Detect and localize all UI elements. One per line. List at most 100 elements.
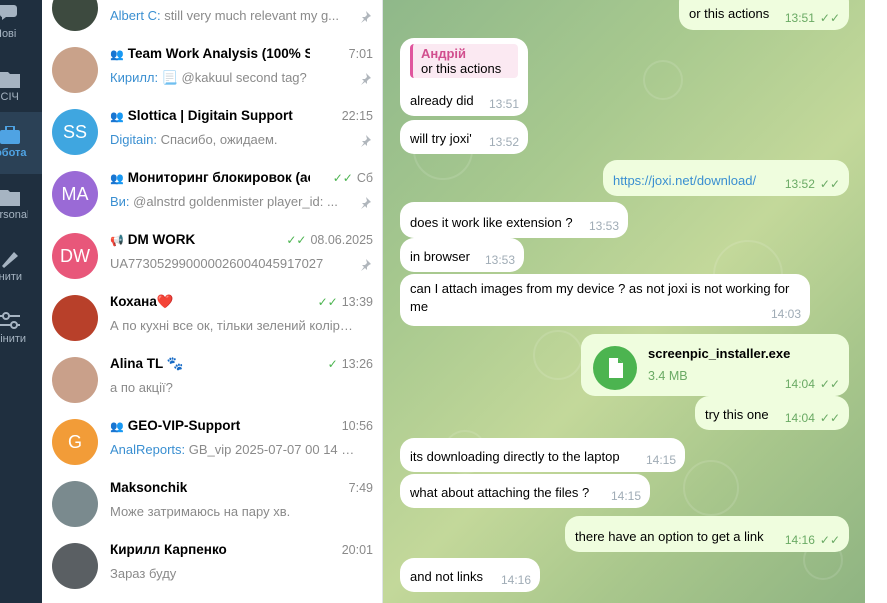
time-text: 7:49 <box>348 481 373 495</box>
avatar <box>52 0 98 31</box>
pin-icon <box>359 258 371 271</box>
brush-icon <box>2 252 18 268</box>
chat-time: 20:01 <box>342 543 373 557</box>
avatar <box>52 295 98 341</box>
folder-personal[interactable]: Personal <box>0 174 42 236</box>
time-text: 14:03 <box>770 307 801 321</box>
chat-row[interactable]: Кирилл Карпенко 20:01 Зараз буду <box>42 535 382 597</box>
chat-row[interactable]: G 👥 GEO-VIP-Support 10:56 AnalReports: GB_vi… <box>42 411 382 473</box>
chat-name: Кохана❤️ <box>110 294 310 310</box>
message-bubble[interactable]: can I attach images from my device ? as … <box>400 274 810 326</box>
folder-label: Нові <box>0 28 17 40</box>
sender-name: Кирилл: <box>110 70 162 85</box>
time-text: 13:52 <box>784 177 815 191</box>
avatar <box>52 543 98 589</box>
file-message[interactable]: screenpic_installer.exe 3.4 MB 14:04 ✓✓ <box>581 334 849 396</box>
chat-preview: а по акції? <box>110 380 355 395</box>
message-text: its downloading directly to the laptop <box>410 449 620 464</box>
chat-name: 📢 DM WORK <box>110 232 310 247</box>
chat-row[interactable]: Maksonchik 7:49 Може затримаюсь на пару хв… <box>42 473 382 535</box>
message-bubble[interactable]: try this one 14:04 ✓✓ <box>695 396 849 430</box>
read-checks-icon: ✓✓ <box>819 177 840 191</box>
chat-title: Maksonchik <box>110 480 188 495</box>
pin-icon <box>359 134 371 147</box>
time-text: 14:15 <box>645 453 676 467</box>
message-text: does it work like extension ? <box>410 215 573 230</box>
message-bubble[interactable]: there have an option to get a link 14:16 ✓… <box>565 516 849 552</box>
file-size: 3.4 MB <box>648 369 688 383</box>
folder-new[interactable]: 86 Нові <box>0 0 42 44</box>
group-icon: 👥 <box>110 173 124 185</box>
folder-osich[interactable]: ОСІЧ <box>0 56 42 118</box>
time-text: Сб <box>356 171 373 185</box>
message-text: will try joxi' <box>410 131 472 146</box>
chat-name: 👥 Slottica | Digitain Support <box>110 108 310 123</box>
message-bubble[interactable]: in browser 13:53 <box>400 238 524 272</box>
chat-row[interactable]: DW 📢 DM WORK ✓✓ 08.06.2025 UA7730529900000260… <box>42 225 382 287</box>
chat-time: 7:49 <box>349 481 373 495</box>
chat-row[interactable]: Кохана❤️ ✓✓ 13:39 А по кухні все ок, тільки… <box>42 287 382 349</box>
reply-quote[interactable]: Андрій or this actions <box>410 44 518 78</box>
chat-title: GEO-VIP-Support <box>127 418 241 433</box>
chat-list: 👥Support_EN 🖤13:55Albert C: still very m… <box>42 0 383 603</box>
chat-preview: AnalReports: GB_vip 2025-07-07 00 14 27.… <box>110 442 355 457</box>
time-text: 13:53 <box>484 253 515 267</box>
read-checks-icon: ✓✓ <box>819 377 840 391</box>
chat-row[interactable]: Alina TL 🐾 ✓ 13:26 а по акції? <box>42 349 382 411</box>
message-bubble[interactable]: and not links 14:16 <box>400 558 540 592</box>
message-time: 14:15 <box>646 453 676 467</box>
preview-text: UA773052990000026004045917027 <box>110 256 324 271</box>
pin-icon <box>359 10 371 23</box>
chat-row[interactable]: SS 👥 Slottica | Digitain Support 22:15 Digit… <box>42 101 382 163</box>
avatar: DW <box>52 233 98 279</box>
time-text: 13:51 <box>784 11 815 25</box>
message-text: what about attaching the files ? <box>410 485 590 500</box>
preview-text: А по кухні все ок, тільки зелений колір … <box>110 318 355 333</box>
file-icon[interactable] <box>593 346 637 390</box>
message-bubble[interactable]: its downloading directly to the laptop 14… <box>400 438 685 472</box>
chat-time: 7:01 <box>349 47 373 61</box>
chat-name: Maksonchik <box>110 480 310 495</box>
chat-row[interactable]: MA 👥 Мониторинг блокировок (ас... ✓✓ Сб Ви: @… <box>42 163 382 225</box>
time-text: 08.06.2025 <box>310 233 373 247</box>
scrollbar[interactable] <box>865 0 887 603</box>
megaphone-icon: 📢 <box>110 235 124 247</box>
avatar <box>52 481 98 527</box>
file-name[interactable]: screenpic_installer.exe <box>648 346 790 361</box>
chat-preview: Може затримаюсь на пару хв. <box>110 504 355 519</box>
message-link[interactable]: https://joxi.net/download/ <box>613 173 756 188</box>
preview-text: @alnstrd goldenmister player_id: ... <box>133 194 338 209</box>
time-text: 14:16 <box>784 533 815 547</box>
chat-title: Кирилл Карпенко <box>110 542 227 557</box>
folder-edit[interactable]: Змінити <box>0 236 42 298</box>
message-text: or this actions <box>689 6 770 21</box>
preview-text: Може затримаюсь на пару хв. <box>110 504 291 519</box>
message-bubble[interactable]: https://joxi.net/download/13:52 ✓✓ <box>603 160 849 196</box>
read-checks-icon: ✓ <box>327 357 338 371</box>
time-text: 13:39 <box>341 295 373 309</box>
folder-work[interactable]: Робота <box>0 112 42 174</box>
message-time: 13:52 ✓✓ <box>785 177 840 191</box>
message-bubble[interactable]: what about attaching the files ? 14:15 <box>400 474 650 508</box>
message-time: 14:03 <box>771 307 801 321</box>
message-bubble[interactable]: does it work like extension ? 13:53 <box>400 202 628 238</box>
folder-settings[interactable]: Змінити <box>0 298 42 360</box>
message-text: try this one <box>705 407 769 422</box>
message-bubble[interactable]: will try joxi' 13:52 <box>400 120 528 154</box>
time-text: 22:15 <box>341 109 373 123</box>
message-bubble[interactable]: or this actions 13:51 ✓✓ <box>679 0 849 30</box>
chat-name: 👥 Team Work Analysis (100% SR) <box>110 46 310 61</box>
chat-row[interactable]: 👥 Team Work Analysis (100% SR) 7:01 Кирилл:… <box>42 39 382 101</box>
reply-text: or this actions <box>421 61 502 76</box>
preview-text: still very much relevant my g... <box>164 8 340 23</box>
group-icon: 👥 <box>110 49 124 61</box>
time-text: 10:56 <box>341 419 373 433</box>
chat-preview: UA773052990000026004045917027 <box>110 256 355 271</box>
message-bubble[interactable]: Андрій or this actions already did 13:51 <box>400 38 528 116</box>
chat-panel: or this actions 13:51 ✓✓ Андрій or this acti… <box>383 0 865 603</box>
time-text: 7:01 <box>348 47 373 61</box>
message-time: 14:04 ✓✓ <box>785 411 840 425</box>
chat-row[interactable]: 👥Support_EN 🖤13:55Albert C: still very m… <box>42 0 382 39</box>
folder-rail: 86 Нові ОСІЧ Робота Personal Змінити Змі… <box>0 0 42 603</box>
avatar: MA <box>52 171 98 217</box>
